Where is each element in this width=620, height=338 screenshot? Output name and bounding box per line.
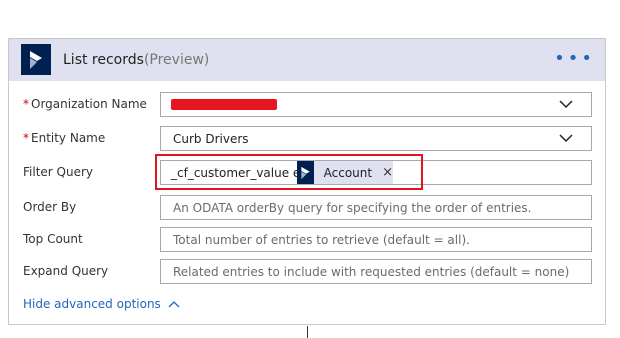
organization-name-label: * Organization Name	[23, 97, 147, 111]
organization-name-dropdown[interactable]	[160, 92, 592, 117]
organization-name-label-text: Organization Name	[31, 97, 147, 111]
order-by-input[interactable]: An ODATA orderBy query for specifying th…	[160, 195, 592, 220]
hide-advanced-options-link[interactable]: Hide advanced options	[23, 297, 180, 311]
card-header[interactable]: List records(Preview) •••	[9, 39, 605, 81]
expand-query-input[interactable]: Related entries to include with requeste…	[160, 259, 592, 284]
required-marker: *	[23, 131, 29, 145]
hide-advanced-options-text: Hide advanced options	[23, 297, 161, 311]
chevron-down-icon	[559, 100, 573, 109]
card-title: List records(Preview)	[63, 52, 209, 68]
expand-query-label: Expand Query	[23, 264, 109, 278]
top-count-input[interactable]: Total number of entries to retrieve (def…	[160, 227, 592, 252]
order-by-placeholder: An ODATA orderBy query for specifying th…	[173, 201, 532, 215]
annotation-highlight-box	[155, 154, 423, 190]
entity-name-label-text: Entity Name	[31, 131, 106, 145]
entity-name-label: * Entity Name	[23, 131, 105, 145]
order-by-label: Order By	[23, 200, 77, 214]
top-count-placeholder: Total number of entries to retrieve (def…	[173, 233, 470, 247]
more-options-button[interactable]: •••	[554, 50, 595, 68]
list-records-card: List records(Preview) ••• * Organization …	[8, 38, 606, 325]
top-count-label: Top Count	[23, 232, 83, 246]
dynamics-logo-icon	[21, 44, 51, 75]
redacted-value	[171, 99, 277, 110]
entity-name-dropdown[interactable]: Curb Drivers	[160, 126, 592, 151]
preview-badge: (Preview)	[143, 52, 210, 68]
chevron-up-icon	[168, 301, 180, 308]
required-marker: *	[23, 97, 29, 111]
chevron-down-icon	[559, 134, 573, 143]
filter-query-label: Filter Query	[23, 165, 94, 179]
expand-query-placeholder: Related entries to include with requeste…	[173, 265, 570, 279]
connector-line	[307, 326, 308, 338]
entity-name-value: Curb Drivers	[173, 132, 249, 146]
card-title-text: List records	[63, 52, 144, 68]
